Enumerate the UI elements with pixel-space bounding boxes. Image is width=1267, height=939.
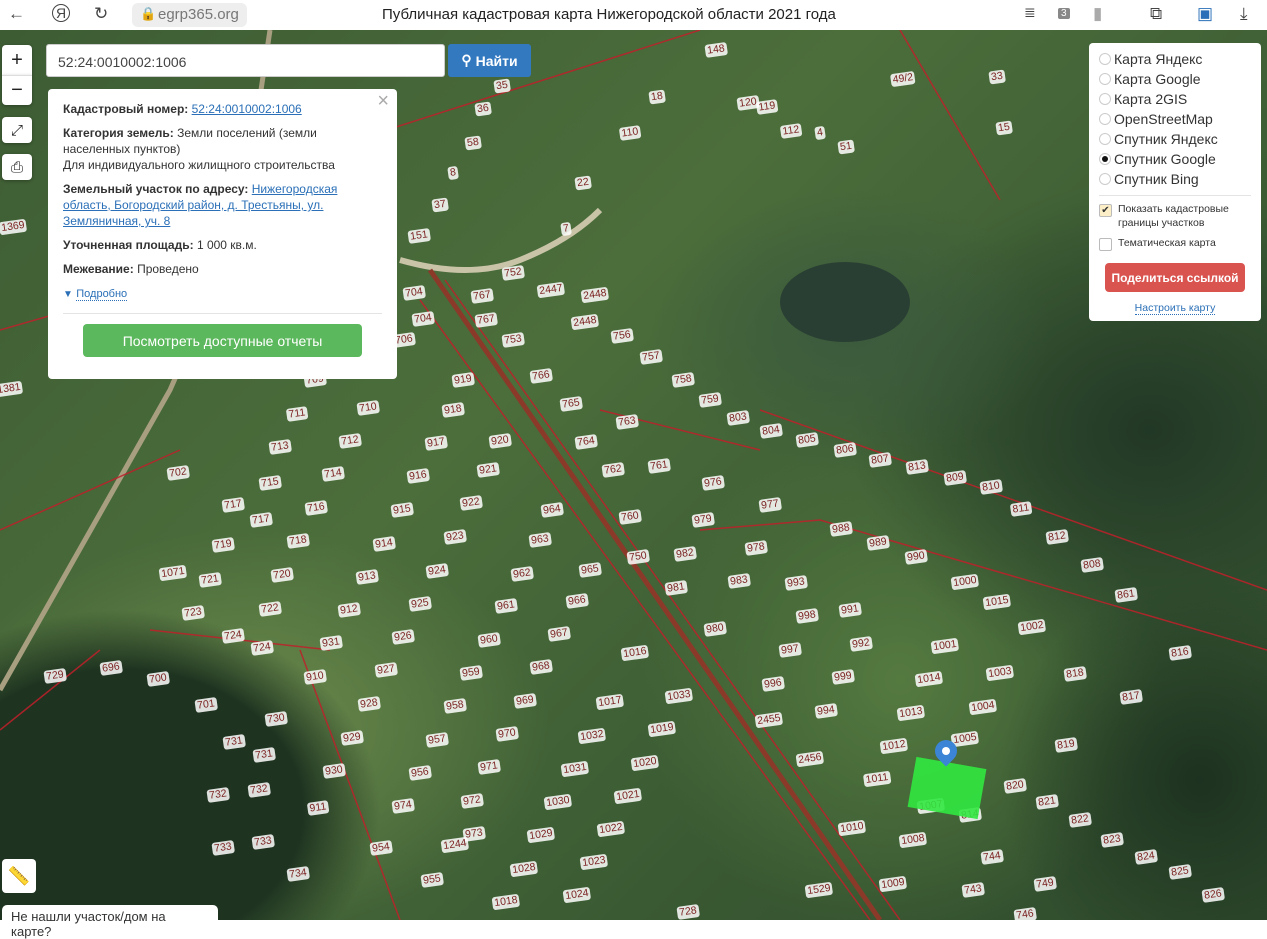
layer-option[interactable]: OpenStreetMap — [1099, 109, 1251, 129]
divider — [63, 313, 382, 314]
parcel-label[interactable]: 22 — [574, 175, 592, 191]
parcel-label[interactable]: 33 — [988, 69, 1006, 85]
layer-option-label: Спутник Яндекс — [1114, 131, 1218, 147]
layer-option-label: Карта 2GIS — [1114, 91, 1188, 107]
radio-icon[interactable] — [1099, 173, 1111, 185]
print-icon[interactable]: ⎙ — [2, 154, 32, 180]
survey-value: Проведено — [137, 262, 199, 276]
search-button[interactable]: ⚲ Найти — [448, 44, 531, 77]
parcel-label[interactable]: 35 — [493, 78, 511, 94]
browser-toolbar: ← Я ↻ 🔒 egrp365.org Публичная кадастровая… — [0, 0, 1267, 30]
address-label: Земельный участок по адресу: — [63, 182, 249, 196]
show-borders-checkbox[interactable]: ✔ Показать кадастровые границы участков — [1099, 202, 1251, 230]
address-bar[interactable]: 🔒 egrp365.org — [132, 3, 247, 27]
share-link-button[interactable]: Поделиться ссылкой — [1105, 263, 1245, 292]
checkbox-icon[interactable] — [1099, 238, 1112, 251]
lock-icon: 🔒 — [140, 6, 157, 21]
view-reports-button[interactable]: Посмотреть доступные отчеты — [83, 324, 362, 357]
permitted-use: Для индивидуального жилищного строительс… — [63, 158, 335, 172]
parcel-label[interactable]: 746 — [1013, 907, 1037, 920]
collections-icon[interactable]: ⧉ — [1150, 4, 1162, 24]
url-text: egrp365.org — [158, 6, 239, 23]
parcel-label[interactable]: 58 — [464, 135, 482, 151]
layers-panel: Карта Яндекс Карта Google Карта 2GIS OpenSt… — [1089, 43, 1261, 321]
parcel-label[interactable]: 15 — [995, 120, 1013, 136]
radio-icon[interactable] — [1099, 73, 1111, 85]
details-link[interactable]: Подробно — [76, 288, 128, 301]
parcel-label[interactable]: 7 — [560, 221, 572, 237]
layer-option[interactable]: Карта 2GIS — [1099, 89, 1251, 109]
not-found-link[interactable]: Не нашли участок/дом на карте? — [2, 905, 218, 939]
area-value: 1 000 кв.м. — [196, 238, 257, 252]
survey-label: Межевание: — [63, 262, 134, 276]
parcel-label[interactable]: 51 — [837, 139, 855, 155]
checkbox-checked-icon[interactable]: ✔ — [1099, 204, 1112, 217]
radio-icon[interactable] — [1099, 153, 1111, 165]
layer-option-label: Спутник Google — [1114, 151, 1216, 167]
layer-option[interactable]: Карта Google — [1099, 69, 1251, 89]
checkbox-label: Показать кадастровые границы участков — [1118, 203, 1229, 229]
configure-map-link[interactable]: Настроить карту — [1134, 302, 1216, 315]
category-label: Категория земель: — [63, 126, 174, 140]
parcel-label[interactable]: 4 — [814, 125, 826, 141]
radio-icon[interactable] — [1099, 133, 1111, 145]
cadastral-number-link[interactable]: 52:24:0010002:1006 — [192, 102, 302, 116]
reader-icon[interactable]: ≣ — [1024, 4, 1036, 21]
parcel-label[interactable]: 37 — [431, 197, 449, 213]
layer-option[interactable]: Карта Яндекс — [1099, 49, 1251, 69]
radio-icon[interactable] — [1099, 53, 1111, 65]
download-icon[interactable]: ⤓ — [1240, 4, 1248, 24]
bookmark-icon[interactable]: ▮ — [1093, 4, 1102, 24]
thematic-checkbox[interactable]: Тематическая карта — [1099, 236, 1251, 251]
road — [427, 268, 883, 920]
close-icon[interactable]: × — [377, 91, 389, 111]
protect-badge[interactable]: 3 — [1058, 8, 1070, 19]
layer-option[interactable]: Спутник Яндекс — [1099, 129, 1251, 149]
caret-down-icon: ▼ — [63, 289, 73, 300]
layer-option-label: Карта Google — [1114, 71, 1201, 87]
layer-option[interactable]: Спутник Bing — [1099, 169, 1251, 189]
fullscreen-icon[interactable]: ⤢ — [2, 117, 32, 143]
layer-option-label: OpenStreetMap — [1114, 111, 1213, 127]
checkbox-label: Тематическая карта — [1118, 237, 1216, 249]
yandex-icon[interactable]: Я — [52, 4, 70, 22]
layer-option-label: Карта Яндекс — [1114, 51, 1203, 67]
parcel-label[interactable]: 36 — [474, 101, 492, 117]
extension-icon[interactable]: ▣ — [1197, 4, 1213, 24]
cad-label: Кадастровый номер: — [63, 102, 189, 116]
radio-icon[interactable] — [1099, 113, 1111, 125]
layer-option-label: Спутник Bing — [1114, 171, 1199, 187]
area-label: Уточненная площадь: — [63, 238, 194, 252]
parcel-info-popup: × Кадастровый номер: 52:24:0010002:1006 … — [48, 89, 397, 379]
search-input[interactable]: 52:24:0010002:1006 — [46, 44, 445, 77]
parcel-label[interactable]: 18 — [648, 89, 666, 105]
layer-option[interactable]: Спутник Google — [1099, 149, 1251, 169]
search-icon: ⚲ — [461, 52, 472, 68]
page-title: Публичная кадастровая карта Нижегородско… — [382, 6, 836, 23]
parcel-label[interactable]: 8 — [447, 165, 459, 181]
radio-icon[interactable] — [1099, 93, 1111, 105]
ruler-icon[interactable]: 📏 — [2, 859, 36, 893]
back-button[interactable]: ← — [8, 4, 25, 24]
zoom-in-button[interactable]: + — [2, 45, 32, 75]
reload-button[interactable]: ↻ — [94, 4, 108, 24]
search-button-label: Найти — [475, 52, 518, 69]
zoom-out-button[interactable]: − — [2, 75, 32, 105]
